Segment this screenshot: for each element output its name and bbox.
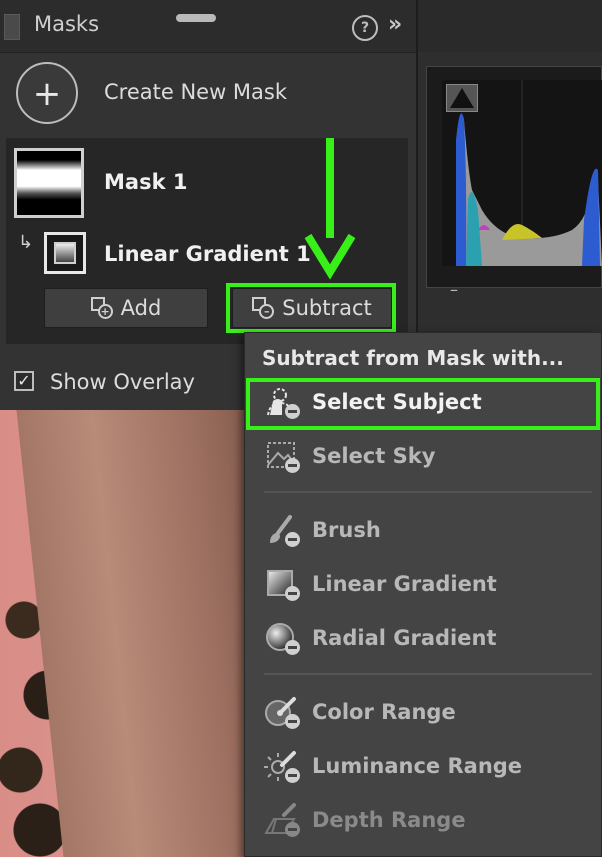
- child-arrow-icon: ↳: [18, 232, 34, 253]
- add-button-label: Add: [120, 296, 162, 320]
- menu-item-depth-range: Depth Range: [264, 800, 594, 840]
- component-name[interactable]: Linear Gradient 1: [104, 242, 311, 266]
- menu-item-label: Brush: [312, 518, 381, 542]
- menu-item-label: Select Sky: [312, 444, 436, 468]
- show-overlay-checkbox[interactable]: ✓: [14, 371, 34, 391]
- drag-grip-icon[interactable]: [176, 14, 216, 22]
- annotation-arrow-shaft: [326, 138, 334, 238]
- subtract-highlight-box: [226, 283, 396, 333]
- menu-item-label: Radial Gradient: [312, 626, 497, 650]
- right-panel-header: [418, 0, 602, 52]
- menu-item-linear-gradient[interactable]: Linear Gradient: [264, 564, 594, 604]
- select-subject-icon: [264, 385, 300, 419]
- histogram-readout: –: [450, 280, 458, 299]
- triangle-up-icon: [450, 88, 474, 108]
- menu-item-color-range[interactable]: Color Range: [264, 692, 594, 732]
- menu-header: Subtract from Mask with...: [262, 346, 564, 370]
- brush-icon: [264, 513, 300, 547]
- expand-icon[interactable]: »: [388, 12, 402, 37]
- help-icon[interactable]: ?: [352, 15, 378, 41]
- menu-item-label: Linear Gradient: [312, 572, 497, 596]
- panel-toggle-icon[interactable]: [4, 14, 20, 40]
- menu-divider: [264, 673, 592, 675]
- create-new-mask-label[interactable]: Create New Mask: [104, 80, 287, 104]
- mask-name[interactable]: Mask 1: [104, 170, 187, 194]
- mask-thumbnail[interactable]: [14, 148, 84, 218]
- add-button[interactable]: + Add: [44, 288, 208, 328]
- color-range-icon: [264, 695, 300, 729]
- linear-gradient-icon: [264, 567, 300, 601]
- add-mask-icon: +: [90, 297, 113, 319]
- menu-divider: [264, 491, 592, 493]
- create-new-mask-button[interactable]: +: [16, 62, 78, 124]
- menu-item-label: Luminance Range: [312, 754, 523, 778]
- menu-item-luminance-range[interactable]: Luminance Range: [264, 746, 594, 786]
- radial-gradient-icon: [264, 621, 300, 655]
- show-overlay-label[interactable]: Show Overlay: [50, 370, 195, 394]
- menu-item-label: Depth Range: [312, 808, 466, 832]
- menu-item-brush[interactable]: Brush: [264, 510, 594, 550]
- clipping-indicator-button[interactable]: [446, 84, 478, 112]
- menu-item-select-sky[interactable]: Select Sky: [264, 436, 594, 476]
- menu-item-label: Color Range: [312, 700, 456, 724]
- linear-gradient-icon: [54, 242, 76, 264]
- panel-title: Masks: [34, 12, 100, 36]
- annotation-arrow-head: [304, 233, 356, 280]
- menu-item-select-subject[interactable]: Select Subject: [264, 382, 594, 422]
- luminance-range-icon: [264, 749, 300, 783]
- select-sky-icon: [264, 439, 300, 473]
- menu-item-label: Select Subject: [312, 390, 482, 414]
- depth-range-icon: [264, 803, 300, 837]
- menu-item-radial-gradient[interactable]: Radial Gradient: [264, 618, 594, 658]
